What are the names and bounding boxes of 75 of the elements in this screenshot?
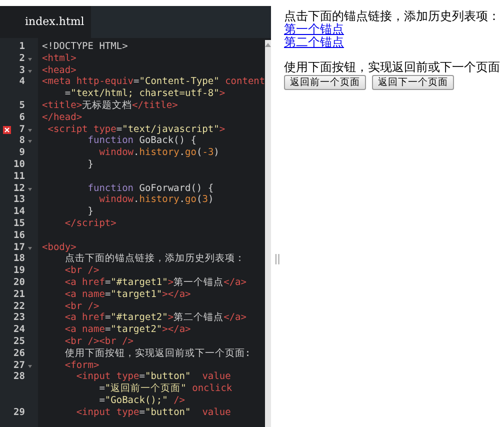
code-line: <form>: [64, 360, 100, 372]
line-number: 24: [12, 324, 25, 336]
line-number: 20: [12, 276, 25, 289]
code-line: <a name="target2"></a>: [64, 324, 191, 336]
fold-icon[interactable]: [28, 364, 32, 368]
code-line: ="GoBack();" />: [98, 394, 186, 407]
form-button[interactable]: 返回前一个页面: [284, 75, 366, 90]
anchor-link[interactable]: 第二个锚点: [284, 35, 344, 49]
code-line: ="text/html; charset=utf-8">: [64, 88, 226, 100]
code-line: <a href="#target2">第二个锚点</a>: [64, 312, 246, 324]
code-line: <input type="button" value: [75, 406, 231, 418]
line-number: 29: [12, 406, 25, 418]
line-number: 3: [18, 64, 25, 76]
fold-icon[interactable]: [28, 246, 32, 250]
fold-icon[interactable]: [28, 70, 32, 73]
line-number: 9: [18, 147, 25, 159]
scrollbar[interactable]: [265, 40, 271, 427]
code-line: <a href="#target1">第一个锚点</a>: [64, 276, 246, 289]
line-number: 14: [12, 206, 25, 218]
line-number: 28: [12, 371, 25, 384]
line-number: 22: [12, 300, 25, 312]
intro-text: 点击下面的锚点链接，添加历史列表项：: [284, 9, 500, 23]
code-line: <head>: [42, 64, 76, 76]
code-line: function GoForward() {: [86, 182, 214, 194]
line-number: 7: [18, 124, 25, 136]
line-number: 19: [12, 265, 25, 277]
form-button[interactable]: 返回下一个页面: [372, 75, 454, 90]
fold-icon[interactable]: [28, 58, 32, 61]
code-line: window.history.go(-3): [98, 147, 220, 159]
code-line: <br /><br />: [64, 336, 134, 348]
code-line: </script>: [64, 218, 116, 230]
fold-icon[interactable]: [28, 140, 32, 144]
line-number: 10: [12, 158, 25, 171]
line-number: 17: [12, 242, 25, 254]
line-number: 13: [12, 194, 25, 206]
code-line: <body>: [42, 242, 76, 253]
code-line: <!DOCTYPE HTML>: [42, 41, 128, 53]
code-line: <script type="text/javascript">: [46, 124, 226, 136]
anchor-link[interactable]: 第一个锚点: [284, 22, 344, 36]
code-line: function GoBack() {: [86, 135, 196, 148]
code-line: <meta http-equiv="Content-Type" content: [42, 76, 266, 88]
code-line: <title>无标题文档</title>: [42, 100, 178, 112]
file-tab[interactable]: index.html: [0, 6, 91, 38]
code-line: ="返回前一个页面" onclick: [98, 383, 232, 395]
code-line: }: [86, 206, 94, 218]
fold-icon[interactable]: [28, 128, 32, 132]
code-line: 点击下面的锚点链接，添加历史列表项：: [64, 253, 245, 266]
line-number: 18: [12, 253, 25, 266]
line-number: 1: [18, 41, 25, 53]
code-line: <html>: [42, 52, 76, 65]
line-number: 23: [12, 312, 25, 324]
line-number: 11: [12, 170, 25, 183]
code-line: 使用下面按钮，实现返回前或下一个页面:: [64, 348, 251, 360]
line-number: 25: [12, 336, 25, 348]
code-line: <br />: [64, 265, 100, 277]
code-line: </head>: [42, 112, 82, 124]
line-number: 26: [12, 348, 25, 360]
line-number: 16: [12, 230, 25, 242]
line-number: 5: [18, 100, 25, 112]
code-line: <br />: [64, 300, 100, 312]
code-line: }: [86, 158, 94, 171]
line-number: 27: [12, 360, 25, 372]
instruction-text: 使用下面按钮，实现返回前或下一个页面: [284, 60, 500, 74]
line-number: 21: [12, 288, 25, 301]
line-number: 8: [18, 135, 25, 148]
code-line: window.history.go(3): [98, 194, 214, 206]
line-number: 6: [18, 112, 25, 124]
code-line: <input type="button" value: [75, 371, 232, 383]
line-number: 4: [18, 76, 25, 88]
line-number: 2: [18, 52, 25, 65]
scroll-up-icon[interactable]: [265, 43, 271, 47]
line-number: 15: [12, 218, 25, 230]
line-number: 12: [12, 182, 25, 194]
code-line: <a name="target1"></a>: [64, 288, 191, 301]
fold-icon[interactable]: [28, 188, 32, 191]
